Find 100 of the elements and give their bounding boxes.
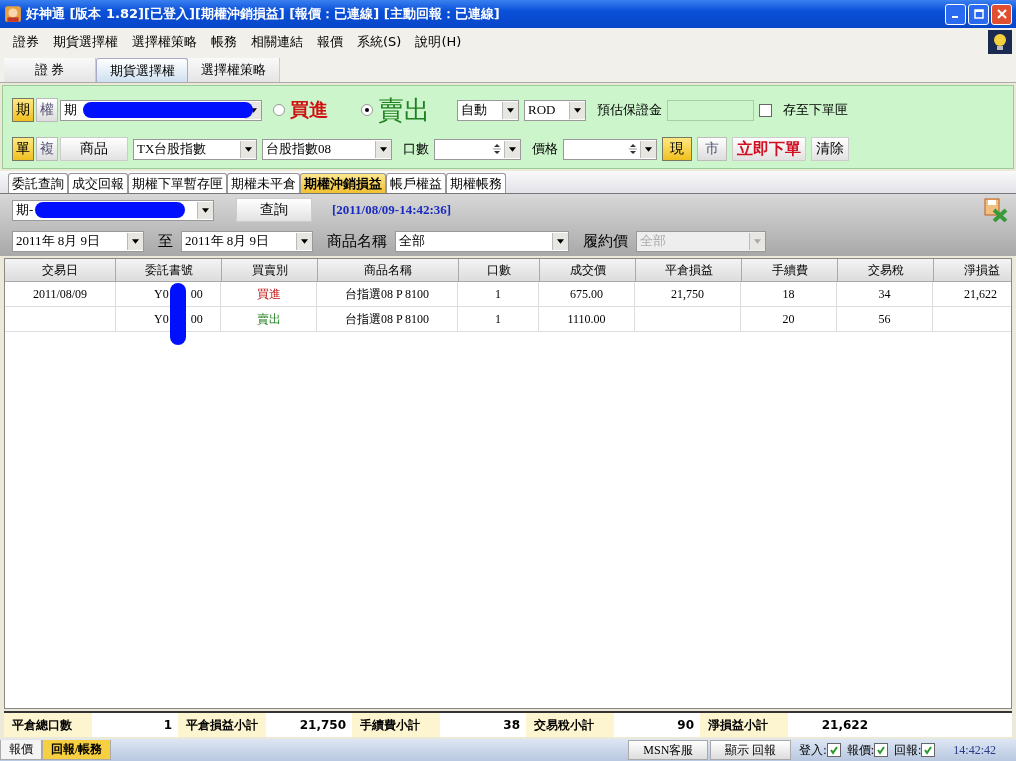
table-cell: 1110.00 bbox=[539, 307, 635, 331]
timestamp: [2011/08/09-14:42:36] bbox=[332, 202, 452, 219]
maximize-button[interactable] bbox=[968, 3, 989, 25]
tab[interactable]: 帳戶權益 bbox=[386, 173, 446, 193]
table-cell: 21,750 bbox=[635, 282, 741, 306]
maximize-icon[interactable] bbox=[973, 9, 984, 19]
column-header[interactable]: 淨損益 bbox=[934, 259, 1016, 281]
excel-export-icon[interactable] bbox=[984, 198, 1008, 223]
tab[interactable]: 證 券 bbox=[4, 58, 96, 82]
product-button[interactable]: 商品 bbox=[60, 137, 128, 162]
summary-value: 21,750 bbox=[298, 717, 347, 734]
quantity-label: 口數 bbox=[403, 140, 429, 159]
menu-item[interactable]: 期貨選擇權 bbox=[46, 33, 125, 51]
table-cell: 台指選08 P 8100 bbox=[317, 307, 458, 331]
tab[interactable]: 期權帳務 bbox=[446, 173, 506, 193]
column-header[interactable]: 委託書號 bbox=[116, 259, 222, 281]
toggle-button[interactable]: 單 bbox=[12, 137, 34, 162]
contract-dropdown[interactable]: 台股指數08 bbox=[262, 138, 392, 160]
status-button[interactable]: MSN客服 bbox=[628, 740, 709, 760]
time-in-force-dropdown[interactable]: ROD bbox=[524, 99, 586, 121]
caret-icon[interactable] bbox=[645, 146, 652, 152]
caret-icon[interactable] bbox=[380, 146, 387, 152]
margin-label: 預估保證金 bbox=[597, 101, 662, 120]
condition-dropdown[interactable]: 自動 bbox=[457, 99, 519, 121]
tab[interactable]: 期權未平倉 bbox=[227, 173, 300, 193]
toggle-button[interactable]: 期 bbox=[12, 98, 34, 123]
redaction-mark bbox=[170, 283, 186, 345]
tab[interactable]: 委託查詢 bbox=[8, 173, 68, 193]
end-date-picker[interactable]: 2011年 8月 9日 bbox=[181, 230, 313, 252]
caret-icon[interactable] bbox=[132, 238, 139, 244]
column-header[interactable]: 交易稅 bbox=[838, 259, 934, 281]
tab[interactable]: 期權沖銷損益 bbox=[300, 173, 386, 193]
table-cell: 675.00 bbox=[539, 282, 635, 306]
column-header[interactable]: 交易日 bbox=[5, 259, 116, 281]
tab[interactable]: 回報/帳務 bbox=[42, 740, 112, 760]
submit-order-button[interactable]: 立即下單 bbox=[732, 137, 806, 162]
menu-item[interactable]: 證券 bbox=[6, 33, 46, 51]
status-label: 報價: bbox=[846, 741, 874, 759]
caret-icon[interactable] bbox=[301, 238, 308, 244]
summary-label: 手續費小計 bbox=[352, 713, 440, 737]
minimize-button[interactable] bbox=[945, 3, 966, 25]
menu-item[interactable]: 說明(H) bbox=[408, 33, 469, 51]
caret-icon[interactable] bbox=[557, 238, 564, 244]
column-header[interactable]: 平倉損益 bbox=[636, 259, 742, 281]
window-title: 好神通 [版本 1.82][已登入][期權沖銷損益] [報價：已連線] [主動回報：已連線] bbox=[26, 5, 501, 23]
account-dropdown[interactable]: 期 bbox=[60, 99, 262, 121]
close-button[interactable] bbox=[991, 3, 1012, 25]
caret-icon[interactable] bbox=[574, 107, 581, 113]
side-label: 買進 bbox=[290, 97, 328, 123]
caret-icon[interactable] bbox=[250, 107, 257, 113]
status-button[interactable]: 顯示 回報 bbox=[710, 740, 792, 760]
checkbox[interactable] bbox=[759, 103, 772, 117]
table-cell: 2011/08/09 bbox=[5, 282, 116, 306]
strike-label: 履約價 bbox=[583, 231, 628, 251]
summary-value: 90 bbox=[676, 717, 695, 734]
caret-icon[interactable] bbox=[507, 107, 514, 113]
side-label: 賣出 bbox=[378, 93, 430, 127]
status-label: 登入: bbox=[799, 741, 827, 759]
checkbox-label: 存至下單匣 bbox=[783, 101, 848, 120]
lightbulb-icon[interactable] bbox=[988, 30, 1012, 54]
table-cell: 買進 bbox=[221, 282, 317, 306]
app-icon bbox=[4, 5, 22, 23]
radio-button[interactable] bbox=[273, 104, 285, 117]
caret-icon[interactable] bbox=[509, 146, 516, 152]
spinner-icon[interactable] bbox=[628, 143, 638, 156]
product-name-label: 商品名稱 bbox=[327, 231, 387, 251]
tab[interactable]: 期權下單暫存匣 bbox=[128, 173, 227, 193]
toggle-button[interactable]: 權 bbox=[36, 98, 58, 123]
radio-button[interactable] bbox=[361, 104, 373, 117]
price-type-button[interactable]: 市 bbox=[697, 137, 727, 162]
tab[interactable]: 選擇權策略 bbox=[188, 58, 280, 82]
product-name-dropdown[interactable]: 全部 bbox=[395, 230, 569, 252]
account-dropdown[interactable]: 期- bbox=[12, 199, 214, 221]
summary-label: 淨損益小計 bbox=[700, 713, 788, 737]
summary-value: 1 bbox=[162, 717, 173, 734]
caret-icon[interactable] bbox=[245, 146, 252, 152]
toggle-button[interactable]: 複 bbox=[36, 137, 58, 162]
column-header[interactable]: 商品名稱 bbox=[318, 259, 459, 281]
table-cell: 1 bbox=[458, 307, 539, 331]
tab[interactable]: 報價 bbox=[0, 740, 42, 760]
menu-item[interactable]: 選擇權策略 bbox=[125, 33, 204, 51]
tab[interactable]: 期貨選擇權 bbox=[96, 58, 188, 82]
column-header[interactable]: 手續費 bbox=[742, 259, 838, 281]
column-header[interactable]: 買賣別 bbox=[222, 259, 318, 281]
close-icon[interactable] bbox=[996, 9, 1007, 19]
menu-item[interactable]: 相關連結 bbox=[244, 33, 310, 51]
menu-item[interactable]: 帳務 bbox=[204, 33, 244, 51]
query-button[interactable]: 查詢 bbox=[236, 198, 312, 223]
menu-item[interactable]: 報價 bbox=[310, 33, 350, 51]
price-type-button[interactable]: 現 bbox=[662, 137, 692, 162]
clear-button[interactable]: 清除 bbox=[811, 137, 849, 162]
column-header[interactable]: 口數 bbox=[459, 259, 540, 281]
summary-value: 21,622 bbox=[820, 717, 869, 734]
menu-item[interactable]: 系統(S) bbox=[350, 33, 409, 51]
spinner-icon[interactable] bbox=[492, 143, 502, 156]
tab[interactable]: 成交回報 bbox=[68, 173, 128, 193]
column-header[interactable]: 成交價 bbox=[540, 259, 636, 281]
caret-icon[interactable] bbox=[202, 207, 209, 213]
start-date-picker[interactable]: 2011年 8月 9日 bbox=[12, 230, 144, 252]
product-dropdown[interactable]: TX台股指數 bbox=[133, 138, 257, 160]
